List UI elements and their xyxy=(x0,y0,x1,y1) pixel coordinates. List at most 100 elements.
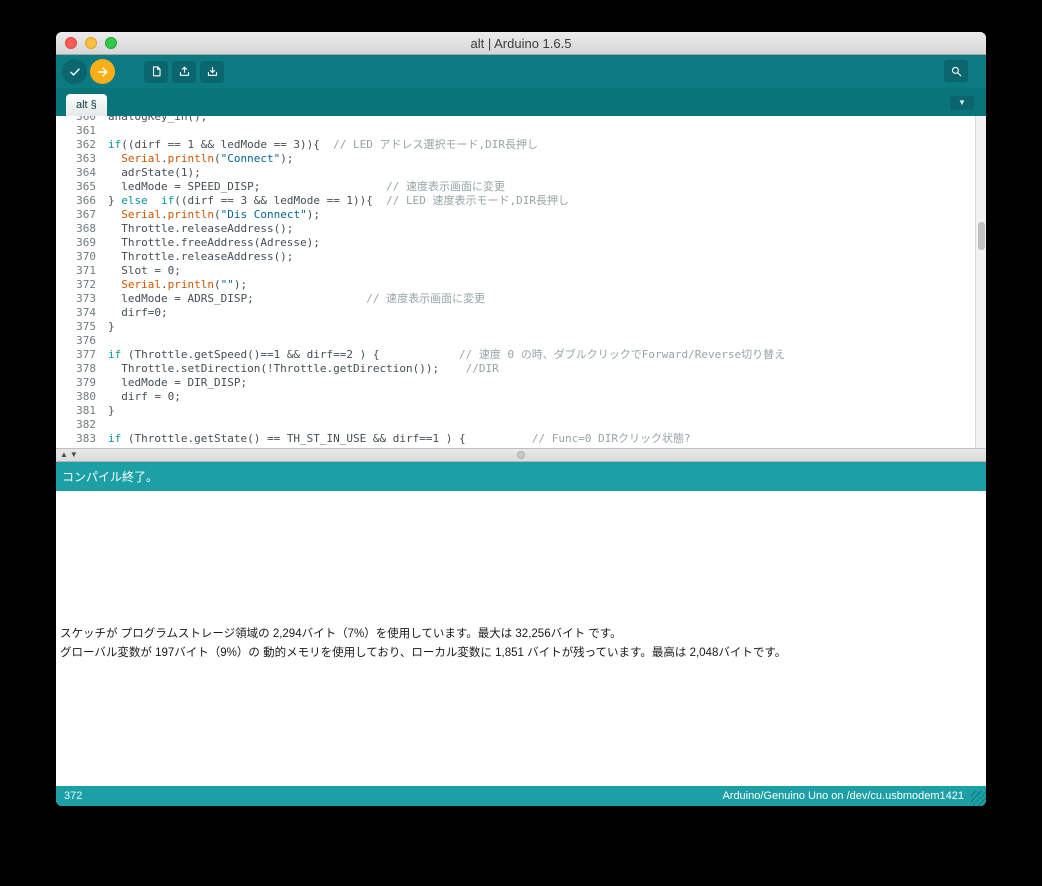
code-token: Throttle.freeAddress(Adresse); xyxy=(108,236,320,249)
page-background: { "window": { "title": "alt | Arduino 1.… xyxy=(0,0,1042,886)
close-button[interactable] xyxy=(65,37,77,49)
code-text: dirf=0; xyxy=(108,306,168,320)
code-line: 375} xyxy=(56,320,986,334)
code-token: Serial xyxy=(121,208,161,221)
code-text: Throttle.freeAddress(Adresse); xyxy=(108,236,320,250)
console-output: スケッチが プログラムストレージ領域の 2,294バイト（7%）を使用しています… xyxy=(56,491,986,786)
app-window: alt | Arduino 1.6.5 alt § ▼ 360 analogKe… xyxy=(56,32,986,806)
code-line: 380 dirf = 0; xyxy=(56,390,986,404)
title-bar[interactable]: alt | Arduino 1.6.5 xyxy=(56,32,986,55)
line-number: 376 xyxy=(76,334,96,347)
footer-line-number: 372 xyxy=(64,790,83,802)
line-number: 365 xyxy=(76,180,96,193)
magnifier-icon xyxy=(950,65,963,78)
serial-monitor-button[interactable] xyxy=(944,60,968,82)
check-icon xyxy=(68,65,82,79)
code-text: Slot = 0; xyxy=(108,264,181,278)
code-line: 373 ledMode = ADRS_DISP; // 速度表示画面に変更 xyxy=(56,292,986,306)
tab-alt[interactable]: alt § xyxy=(66,94,107,116)
line-number: 370 xyxy=(76,250,96,263)
code-text: } xyxy=(108,404,115,418)
code-token: . xyxy=(161,152,168,165)
open-button[interactable] xyxy=(172,60,196,83)
arrow-right-icon xyxy=(96,65,110,79)
line-number: 382 xyxy=(76,418,96,431)
code-lines: 360 analogKey_in(); 361 362 if((dirf == 1 &&… xyxy=(56,116,986,446)
verify-button[interactable] xyxy=(62,59,87,84)
line-number: 373 xyxy=(76,292,96,305)
code-line: 363 Serial.println("Connect"); xyxy=(56,152,986,166)
new-sketch-button[interactable] xyxy=(144,60,168,83)
status-message: コンパイル終了。 xyxy=(62,470,159,484)
code-token: dirf=0; xyxy=(108,306,168,319)
code-token: println xyxy=(167,278,214,291)
code-token: ledMode = SPEED_DISP; xyxy=(108,180,261,193)
code-token: //DIR xyxy=(465,362,499,375)
line-number: 380 xyxy=(76,390,96,403)
line-number: 383 xyxy=(76,432,96,445)
save-button[interactable] xyxy=(200,60,224,83)
code-token: Serial xyxy=(121,278,161,291)
code-token: } xyxy=(108,320,115,333)
editor-vertical-scrollbar[interactable] xyxy=(975,116,986,448)
code-line: 381} xyxy=(56,404,986,418)
code-token: ((dirf == 1 && ledMode == 3)){ xyxy=(121,138,334,151)
tab-label: alt § xyxy=(76,99,97,111)
code-token: println xyxy=(167,208,214,221)
collapse-down-icon[interactable]: ▼ xyxy=(70,450,80,459)
code-line: 362 if((dirf == 1 && ledMode == 3)){ // L… xyxy=(56,138,986,152)
resize-grip[interactable] xyxy=(971,791,986,806)
code-text: Throttle.releaseAddress(); xyxy=(108,222,293,236)
console-text: スケッチが プログラムストレージ領域の 2,294バイト（7%）を使用しています… xyxy=(60,625,976,663)
code-line: 361 xyxy=(56,124,986,138)
code-token: Throttle.releaseAddress(); xyxy=(108,222,294,235)
code-line: 368 Throttle.releaseAddress(); xyxy=(56,222,986,236)
line-number: 375 xyxy=(76,320,96,333)
line-number: 372 xyxy=(76,278,96,291)
code-line: 378 Throttle.setDirection(!Throttle.getD… xyxy=(56,362,986,376)
code-token: (Throttle.getState() == TH_ST_IN_USE && … xyxy=(121,432,466,445)
code-token: . xyxy=(161,278,168,291)
code-text: Serial.println("Dis Connect"); xyxy=(108,208,320,222)
chevron-down-icon: ▼ xyxy=(958,98,966,107)
scrollbar-thumb[interactable] xyxy=(978,222,985,250)
code-token: "" xyxy=(220,278,234,291)
code-token: println xyxy=(167,152,214,165)
code-line: 369 Throttle.freeAddress(Adresse); xyxy=(56,236,986,250)
code-text: Throttle.releaseAddress(); xyxy=(108,250,293,264)
divider-collapse-buttons[interactable]: ▲▼ xyxy=(60,449,80,461)
line-number: 378 xyxy=(76,362,96,375)
code-token: // LED 速度表示モード,DIR長押し xyxy=(386,194,570,207)
code-token: ( xyxy=(213,208,221,221)
code-line: 383 if (Throttle.getState() == TH_ST_IN_U… xyxy=(56,432,986,446)
code-token: // 速度表示画面に変更 xyxy=(366,292,486,305)
new-sketch-icon xyxy=(150,65,163,78)
toolbar xyxy=(56,55,986,88)
upload-button[interactable] xyxy=(90,59,115,84)
code-line: 371 Slot = 0; xyxy=(56,264,986,278)
file-buttons xyxy=(144,60,228,83)
code-text: dirf = 0; xyxy=(108,390,181,404)
collapse-up-icon[interactable]: ▲ xyxy=(60,450,70,459)
code-token: // LED アドレス選択モード,DIR長押し xyxy=(333,138,539,151)
footer-board-info: Arduino/Genuino Uno on /dev/cu.usbmodem1… xyxy=(722,790,964,802)
code-text: if (Throttle.getState() == TH_ST_IN_USE … xyxy=(108,432,691,446)
code-token: ((dirf == 3 && ledMode == 1)){ xyxy=(174,194,387,207)
editor-console-divider[interactable]: ▲▼ xyxy=(56,448,986,462)
minimize-button[interactable] xyxy=(85,37,97,49)
code-token: // 速度表示画面に変更 xyxy=(386,180,506,193)
code-token: } xyxy=(108,194,122,207)
line-number: 367 xyxy=(76,208,96,221)
line-number: 366 xyxy=(76,194,96,207)
line-number: 362 xyxy=(76,138,96,151)
code-text: Serial.println("Connect"); xyxy=(108,152,293,166)
status-bar: コンパイル終了。 xyxy=(56,462,986,491)
line-number: 374 xyxy=(76,306,96,319)
zoom-button[interactable] xyxy=(105,37,117,49)
code-editor[interactable]: 360 analogKey_in(); 361 362 if((dirf == 1 &&… xyxy=(56,116,986,448)
tab-menu-button[interactable]: ▼ xyxy=(950,96,974,110)
